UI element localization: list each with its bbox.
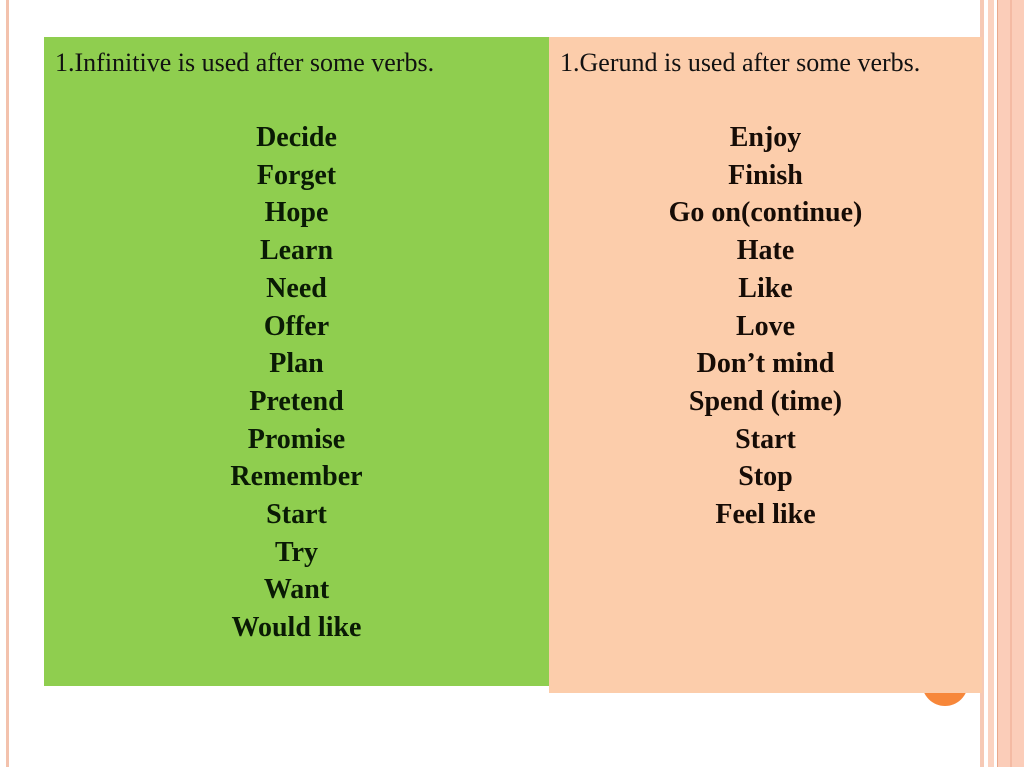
verb-item: Learn bbox=[259, 235, 334, 267]
verb-item: Start bbox=[735, 423, 796, 455]
right-decorative-stripes bbox=[980, 0, 1024, 767]
verb-item: Feel like bbox=[715, 499, 816, 531]
decorative-stripe bbox=[1010, 0, 1012, 767]
infinitive-heading: 1.Infinitive is used after some verbs. bbox=[55, 48, 435, 77]
verb-item: Want bbox=[263, 574, 330, 606]
gerund-panel: 1.Gerund is used after some verbs. Enjoy… bbox=[549, 37, 982, 693]
verb-item: Spend (time) bbox=[688, 385, 843, 417]
verb-item: Go on(continue) bbox=[668, 197, 863, 229]
verb-item: Remember bbox=[230, 461, 363, 493]
gerund-heading: 1.Gerund is used after some verbs. bbox=[560, 48, 921, 77]
verb-item: Enjoy bbox=[729, 122, 802, 153]
slide: 1.Infinitive is used after some verbs. D… bbox=[0, 0, 1024, 767]
verb-item: Offer bbox=[263, 310, 330, 342]
verb-item: Plan bbox=[269, 348, 324, 380]
verb-item: Pretend bbox=[249, 385, 344, 417]
verb-item: Love bbox=[735, 310, 796, 342]
left-decorative-rule bbox=[6, 0, 9, 767]
verb-item: Like bbox=[738, 272, 793, 304]
verb-item: Forget bbox=[256, 159, 337, 191]
verb-item: Hope bbox=[264, 197, 329, 229]
verb-item: Don’t mind bbox=[696, 348, 835, 380]
verb-item: Hate bbox=[736, 235, 795, 267]
decorative-stripe bbox=[988, 0, 994, 767]
verb-item: Finish bbox=[728, 159, 803, 191]
verb-item: Need bbox=[266, 272, 327, 304]
gerund-verb-list: Enjoy Finish Go on(continue) Hate Like Love Do… bbox=[549, 119, 982, 534]
infinitive-verb-list: Decide Forget Hope Learn Need Offer Plan Preten… bbox=[44, 119, 549, 647]
verb-item: Try bbox=[274, 536, 319, 568]
verb-item: Promise bbox=[247, 423, 346, 455]
verb-item: Stop bbox=[738, 461, 793, 493]
infinitive-panel: 1.Infinitive is used after some verbs. D… bbox=[44, 37, 549, 686]
verb-item: Would like bbox=[231, 612, 362, 644]
verb-item: Start bbox=[266, 499, 327, 531]
verb-item: Decide bbox=[256, 122, 337, 153]
